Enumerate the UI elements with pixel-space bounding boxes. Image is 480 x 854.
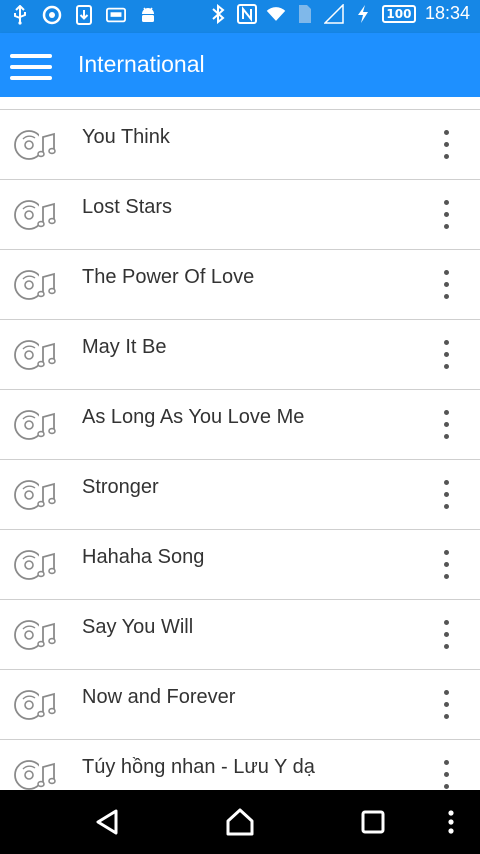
song-title: Say You Will	[82, 616, 194, 638]
song-title: As Long As You Love Me	[82, 406, 305, 428]
android-icon	[138, 5, 158, 25]
download-icon	[74, 5, 94, 25]
music-disc-icon	[12, 408, 58, 442]
song-title: Túy hồng nhan - Lưu Y dạ	[82, 756, 315, 778]
more-options-icon[interactable]	[434, 198, 458, 232]
song-title: The Power Of Love	[82, 266, 255, 288]
more-icon[interactable]	[436, 806, 466, 838]
song-list-item[interactable]: Túy hồng nhan - Lưu Y dạ	[0, 740, 480, 790]
song-title: Lost Stars	[82, 196, 173, 218]
song-list-item[interactable]: The Power Of Love	[0, 250, 480, 320]
song-list-item[interactable]: You Think	[0, 110, 480, 180]
back-icon[interactable]	[90, 806, 124, 838]
more-options-icon[interactable]	[434, 128, 458, 162]
song-list-item[interactable]: As Long As You Love Me	[0, 390, 480, 460]
music-disc-icon	[12, 548, 58, 582]
bluetooth-icon	[208, 3, 228, 24]
music-disc-icon	[12, 198, 58, 232]
music-disc-icon	[12, 128, 58, 162]
song-list[interactable]: You Think Lost Stars The Power Of Love May …	[0, 97, 480, 790]
song-list-item[interactable]: Lost Stars	[0, 180, 480, 250]
nfc-icon	[236, 3, 257, 24]
more-options-icon[interactable]	[434, 478, 458, 512]
song-list-item[interactable]: Now and Forever	[0, 670, 480, 740]
recents-icon[interactable]	[356, 806, 390, 838]
song-title: May It Be	[82, 336, 167, 358]
app-bar: International	[0, 33, 480, 97]
song-title: You Think	[82, 126, 170, 148]
song-title: Hahaha Song	[82, 546, 205, 568]
song-list-item[interactable]: May It Be	[0, 320, 480, 390]
sim-icon	[295, 4, 315, 24]
music-disc-icon	[12, 478, 58, 512]
more-options-icon[interactable]	[434, 758, 458, 790]
music-disc-icon	[12, 338, 58, 372]
music-disc-icon	[12, 688, 58, 722]
battery-icon: 100	[381, 4, 416, 23]
status-time: 18:34	[424, 3, 470, 23]
music-disc-icon	[12, 268, 58, 302]
wifi-icon	[266, 4, 286, 24]
page-title: International	[78, 51, 205, 77]
keyboard-icon	[106, 5, 126, 25]
record-icon	[42, 5, 62, 25]
battery-level: 100	[386, 6, 412, 21]
song-list-item[interactable]: Say You Will	[0, 600, 480, 670]
song-title: Now and Forever	[82, 686, 236, 708]
signal-icon	[323, 3, 344, 24]
more-options-icon[interactable]	[434, 268, 458, 302]
song-list-item[interactable]: Hahaha Song	[0, 530, 480, 600]
more-options-icon[interactable]	[434, 548, 458, 582]
status-bar: 100 18:34	[0, 0, 480, 33]
more-options-icon[interactable]	[434, 618, 458, 652]
more-options-icon[interactable]	[434, 338, 458, 372]
music-disc-icon	[12, 758, 58, 790]
navigation-bar	[0, 790, 480, 854]
usb-icon	[10, 5, 30, 25]
song-title: Stronger	[82, 476, 159, 498]
more-options-icon[interactable]	[434, 688, 458, 722]
home-icon[interactable]	[223, 806, 257, 838]
song-list-item[interactable]: Stronger	[0, 460, 480, 530]
more-options-icon[interactable]	[434, 408, 458, 442]
charging-icon	[353, 4, 373, 24]
hamburger-menu-icon[interactable]	[10, 50, 54, 84]
music-disc-icon	[12, 618, 58, 652]
